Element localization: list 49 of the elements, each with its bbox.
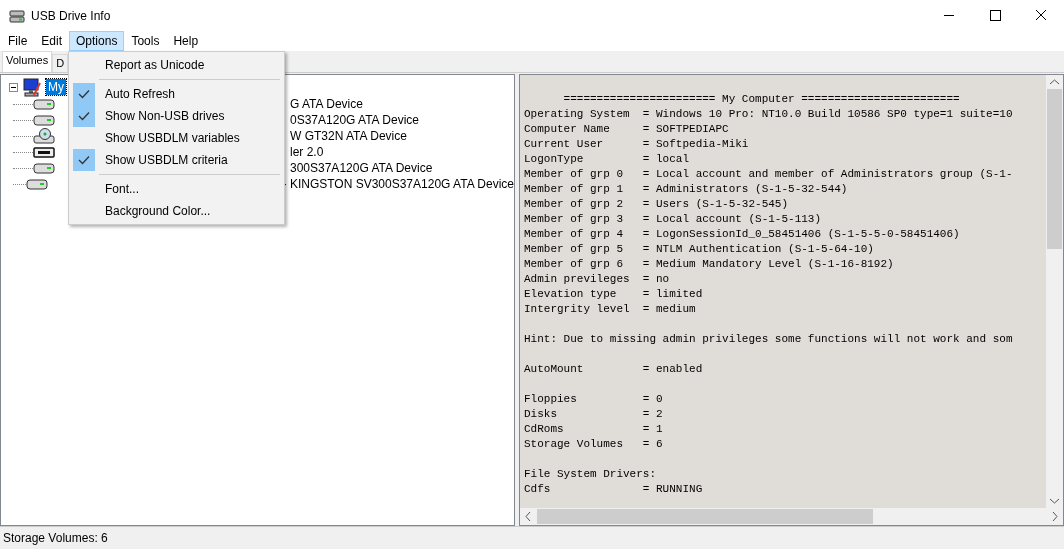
status-text: Storage Volumes: 6 bbox=[3, 531, 108, 545]
report-line: Intergrity level = medium bbox=[524, 302, 697, 317]
drive-icon bbox=[25, 177, 48, 191]
window-title: USB Drive Info bbox=[31, 8, 112, 23]
report-line: Elevation type = limited bbox=[524, 287, 704, 302]
report-line: Current User = Softpedia-Miki bbox=[524, 137, 750, 152]
report-line: Storage Volumes = 6 bbox=[524, 437, 664, 452]
drive-icon bbox=[33, 97, 55, 111]
report-line: Member of grp 6 = Medium Mandatory Level (S-1-16-8192) bbox=[524, 257, 895, 272]
report-line: Member of grp 4 = LogonSessionId_0_58451406 (S-1-5-5-0-58451406) bbox=[524, 227, 961, 242]
menu-item[interactable]: Background Color... bbox=[71, 200, 282, 222]
report-line: Member of grp 3 = Local account (S-1-5-113) bbox=[524, 212, 823, 227]
tab[interactable]: D bbox=[52, 54, 69, 72]
collapse-icon[interactable] bbox=[9, 82, 18, 92]
report-line: Member of grp 1 = Administrators (S-1-5-32-544) bbox=[524, 182, 849, 197]
menu-item[interactable]: Report as Unicode bbox=[71, 54, 282, 76]
report-line: Cdfs = RUNNING bbox=[524, 482, 704, 497]
drive-icon bbox=[33, 161, 55, 175]
menu-item[interactable]: Font... bbox=[71, 178, 282, 200]
computer-icon bbox=[22, 77, 42, 97]
report-line: Operating System = Windows 10 Pro: NT10.0 Build 10586 SP0 type=1 suite=10 bbox=[524, 107, 1014, 122]
menu-item[interactable]: File bbox=[1, 31, 35, 51]
report-line: Admin previleges = no bbox=[524, 272, 671, 287]
menu-item[interactable]: Show Non-USB drives bbox=[71, 105, 282, 127]
drive-icon bbox=[33, 145, 55, 159]
menu-item[interactable]: Edit bbox=[34, 31, 70, 51]
tab[interactable]: Volumes bbox=[2, 51, 53, 72]
report-line: Computer Name = SOFTPEDIAPC bbox=[524, 122, 730, 137]
menu-item[interactable]: Help bbox=[166, 31, 206, 51]
report-line: Member of grp 2 = Users (S-1-5-32-545) bbox=[524, 197, 790, 212]
report-line: Member of grp 0 = Local account and member of Administrators group (S-1- bbox=[524, 167, 1014, 182]
menu-item[interactable]: Show USBDLM variables bbox=[71, 127, 282, 149]
report-line: CdRoms = 1 bbox=[524, 422, 664, 437]
menu-item[interactable]: Auto Refresh bbox=[71, 83, 282, 105]
report-line: File System Drivers: bbox=[524, 467, 658, 482]
report-line: AutoMount = enabled bbox=[524, 362, 704, 377]
report-line: LogonType = local bbox=[524, 152, 691, 167]
menu-item[interactable]: Show USBDLM criteria bbox=[71, 149, 282, 171]
drive-icon bbox=[9, 7, 25, 24]
tree-item[interactable]: My bbox=[46, 79, 66, 95]
report-line: Hint: Due to missing admin privileges some functions will not work and som bbox=[524, 332, 1014, 347]
report-line: Member of grp 5 = NTLM Authentication (S-1-5-64-10) bbox=[524, 242, 875, 257]
cd-drive-icon bbox=[33, 128, 55, 144]
report-line: Disks = 2 bbox=[524, 407, 664, 422]
menu-item[interactable]: Tools bbox=[124, 31, 167, 51]
menu-item[interactable]: Options bbox=[69, 31, 125, 51]
drive-icon bbox=[33, 113, 55, 127]
report-line: Floppies = 0 bbox=[524, 392, 664, 407]
report-line: ======================= My Computer ======================== bbox=[562, 92, 961, 107]
